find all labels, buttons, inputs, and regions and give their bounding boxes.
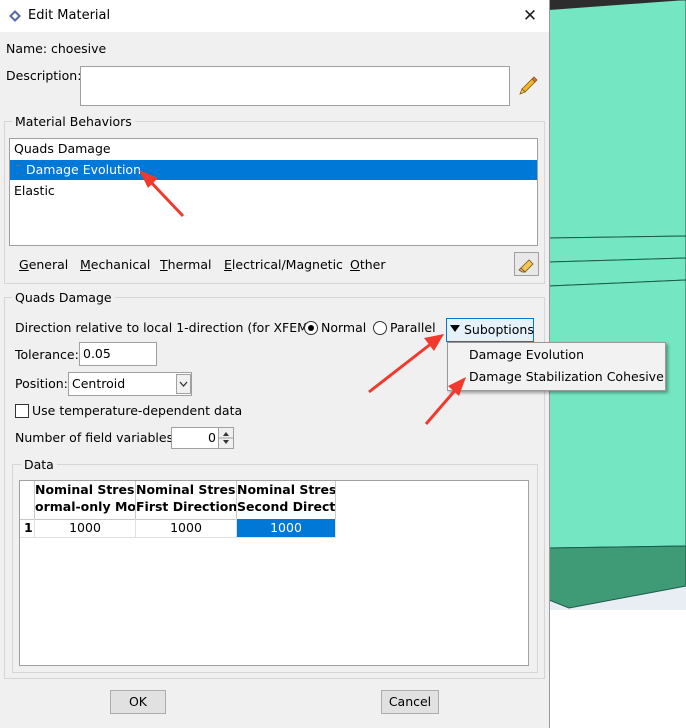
- list-item[interactable]: Elastic: [10, 181, 541, 201]
- temperature-label[interactable]: Use temperature-dependent data: [32, 403, 242, 418]
- material-behaviors-title: Material Behaviors: [12, 114, 135, 129]
- radio-normal[interactable]: [304, 321, 318, 335]
- tolerance-value: 0.05: [83, 346, 111, 361]
- chevron-down-icon[interactable]: [176, 374, 191, 394]
- menu-item-damage-stabilization-cohesive[interactable]: Damage Stabilization Cohesive: [469, 369, 664, 384]
- radio-parallel-label[interactable]: Parallel: [390, 320, 436, 335]
- menu-mechanical[interactable]: Mechanical: [80, 257, 150, 272]
- quads-damage-title: Quads Damage: [12, 290, 115, 305]
- row-index: 1: [20, 519, 35, 538]
- position-value: Centroid: [72, 376, 126, 391]
- behaviors-list[interactable]: Quads Damage Damage Evolution Elastic: [9, 138, 538, 246]
- list-item-label: Elastic: [14, 183, 55, 198]
- description-label: Description:: [6, 68, 82, 83]
- menu-general[interactable]: General: [19, 257, 68, 272]
- menu-other[interactable]: Other: [350, 257, 386, 272]
- name-value[interactable]: choesive: [51, 41, 106, 56]
- table-cell[interactable]: 1000: [136, 519, 237, 538]
- table-cell[interactable]: 1000: [237, 519, 336, 538]
- position-label: Position:: [15, 376, 68, 391]
- description-field[interactable]: [80, 66, 510, 106]
- suboptions-menu: Damage Evolution Damage Stabilization Co…: [447, 342, 666, 391]
- menu-thermal[interactable]: Thermal: [160, 257, 211, 272]
- cancel-button[interactable]: Cancel: [381, 690, 439, 714]
- list-item[interactable]: Quads Damage: [10, 139, 541, 159]
- column-header[interactable]: Nominal Stress Second Directio: [237, 481, 336, 520]
- column-header[interactable]: Nominal Stress First Direction: [136, 481, 237, 520]
- title-bar: Edit Material ✕: [0, 0, 549, 32]
- field-variables-input[interactable]: 0: [171, 427, 220, 449]
- field-variables-value: 0: [208, 430, 216, 445]
- window-title: Edit Material: [28, 8, 111, 23]
- radio-parallel[interactable]: [373, 321, 387, 335]
- radio-normal-label[interactable]: Normal: [321, 320, 366, 335]
- menu-electrical-magnetic[interactable]: Electrical/Magnetic: [224, 257, 343, 272]
- list-item-label: Damage Evolution: [26, 162, 142, 177]
- name-label: Name:: [6, 41, 48, 56]
- list-item[interactable]: Damage Evolution: [10, 160, 537, 180]
- dropdown-arrow-icon: [450, 325, 460, 332]
- column-header-line: Nominal Stress: [35, 482, 136, 497]
- spinner-icon[interactable]: [218, 427, 234, 449]
- position-select[interactable]: Centroid: [68, 372, 192, 396]
- column-header-line: Nominal Stress: [237, 482, 336, 497]
- eraser-icon[interactable]: [514, 252, 539, 276]
- column-header-line: First Direction: [136, 499, 237, 514]
- data-table[interactable]: Nominal Stress ormal-only Mod Nominal St…: [19, 480, 529, 666]
- column-header-line: Nominal Stress: [136, 482, 237, 497]
- pencil-icon[interactable]: [517, 74, 539, 96]
- column-header[interactable]: Nominal Stress ormal-only Mod: [35, 481, 136, 520]
- ok-button[interactable]: OK: [110, 690, 166, 714]
- menu-item-damage-evolution[interactable]: Damage Evolution: [469, 347, 584, 362]
- table-corner: [20, 481, 35, 520]
- list-item-label: Quads Damage: [14, 141, 111, 156]
- close-icon[interactable]: ✕: [516, 4, 544, 28]
- tolerance-input[interactable]: 0.05: [79, 342, 157, 366]
- column-header-line: ormal-only Mod: [35, 499, 136, 514]
- app-icon: [9, 10, 21, 22]
- suboptions-label: Suboptions: [464, 322, 534, 337]
- column-header-line: Second Directio: [237, 499, 336, 514]
- field-variables-label: Number of field variables:: [15, 430, 178, 445]
- behavior-menu-bar: General Mechanical Thermal Electrical/Ma…: [9, 252, 507, 276]
- temperature-checkbox[interactable]: [15, 404, 29, 418]
- table-cell[interactable]: 1000: [35, 519, 136, 538]
- tolerance-label: Tolerance:: [15, 347, 79, 362]
- data-group-title: Data: [21, 457, 57, 472]
- direction-label: Direction relative to local 1-direction …: [15, 320, 317, 335]
